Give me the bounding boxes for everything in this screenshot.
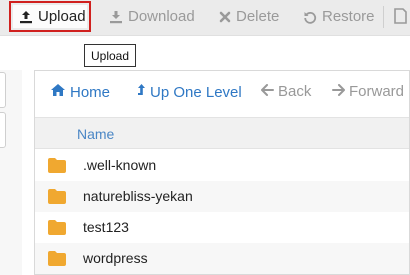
download-icon	[109, 10, 123, 24]
left-panel-field[interactable]	[0, 112, 6, 148]
folder-icon	[48, 220, 66, 240]
delete-label: Delete	[236, 8, 280, 25]
up-one-level-label: Up One Level	[150, 83, 242, 101]
toolbar-divider	[383, 6, 384, 28]
upload-tooltip: Upload	[84, 44, 137, 67]
restore-icon	[303, 10, 317, 24]
upload-button[interactable]: Upload	[9, 1, 91, 32]
table-row[interactable]: wordpress	[35, 243, 409, 274]
name-column-header[interactable]: Name	[77, 126, 114, 142]
toolbar: Upload Download Delete Restore	[0, 0, 410, 36]
upload-label: Upload	[38, 8, 86, 25]
up-one-level-button[interactable]: Up One Level	[137, 83, 242, 101]
folder-icon	[48, 158, 66, 178]
download-button[interactable]: Download	[109, 3, 195, 30]
home-label: Home	[70, 83, 111, 101]
close-icon	[219, 11, 231, 23]
level-up-icon	[137, 83, 146, 101]
more-icon[interactable]	[392, 7, 408, 30]
forward-button[interactable]: Forward	[332, 83, 404, 100]
home-icon	[50, 83, 66, 101]
file-name: naturebliss-yekan	[83, 188, 193, 204]
file-name: .well-known	[83, 157, 157, 173]
delete-button[interactable]: Delete	[219, 3, 279, 30]
table-header: Name	[35, 117, 409, 149]
home-button[interactable]: Home	[50, 83, 110, 101]
restore-label: Restore	[322, 8, 375, 25]
file-manager-panel: Home Up One Level Back Forward Name .wel…	[34, 70, 410, 275]
left-panel-field[interactable]	[0, 72, 6, 108]
table-row[interactable]: test123	[35, 212, 409, 243]
file-name: wordpress	[83, 250, 148, 266]
table-row[interactable]: .well-known	[35, 150, 409, 181]
arrow-right-icon	[332, 83, 345, 100]
navigation-bar: Home Up One Level Back Forward	[35, 71, 409, 113]
folder-icon	[48, 189, 66, 209]
table-row[interactable]: naturebliss-yekan	[35, 181, 409, 212]
file-name: test123	[83, 219, 129, 235]
download-label: Download	[128, 8, 195, 25]
back-button[interactable]: Back	[261, 83, 311, 100]
back-label: Back	[278, 83, 312, 100]
left-panel	[0, 70, 22, 275]
restore-button[interactable]: Restore	[303, 3, 375, 30]
folder-icon	[48, 251, 66, 271]
upload-icon	[19, 10, 33, 24]
tooltip-text: Upload	[91, 48, 130, 63]
arrow-left-icon	[261, 83, 274, 100]
forward-label: Forward	[349, 83, 405, 100]
